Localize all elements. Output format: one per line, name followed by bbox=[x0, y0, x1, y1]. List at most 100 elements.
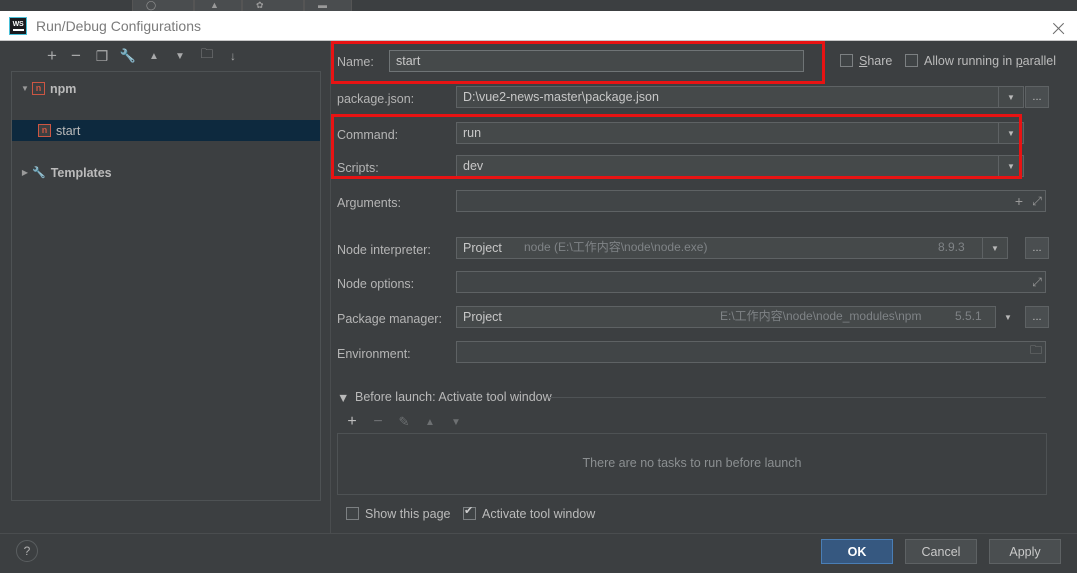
twisty-icon[interactable]: ▼ bbox=[18, 84, 32, 93]
dialog-title: Run/Debug Configurations bbox=[36, 18, 201, 34]
configurations-tree[interactable]: ▼ n npm n start ▶ 🔧 Templates bbox=[11, 71, 321, 501]
sort-az-icon: ↓ bbox=[230, 49, 236, 63]
allow-parallel-checkbox[interactable] bbox=[905, 54, 918, 67]
command-dropdown-arrow[interactable]: ▼ bbox=[1002, 123, 1020, 143]
before-launch-header: Before launch: Activate tool window bbox=[355, 390, 552, 404]
folder-add-icon: 🗀 bbox=[200, 46, 214, 61]
node-interpreter-browse-button[interactable]: ... bbox=[1025, 237, 1049, 259]
node-interpreter-combo-separator bbox=[982, 238, 983, 258]
node-options-expand-icon[interactable]: ⤢ bbox=[1030, 274, 1044, 290]
node-interpreter-hint: node (E:\工作内容\node\node.exe) bbox=[524, 240, 708, 254]
package-json-combo-separator bbox=[998, 87, 999, 107]
configurations-pane: + − ❐ 🔧 ▲ ▼ 🗀 ↓ ▼ n npm n start ▶ 🔧 Temp… bbox=[0, 41, 330, 533]
wrench-icon: 🔧 bbox=[32, 167, 46, 179]
scripts-dropdown-arrow[interactable]: ▼ bbox=[1002, 156, 1020, 176]
node-interpreter-label: Node interpreter: bbox=[337, 243, 431, 257]
help-button[interactable]: ? bbox=[16, 540, 38, 562]
scripts-input[interactable]: dev bbox=[456, 155, 1024, 177]
share-checkbox[interactable] bbox=[840, 54, 853, 67]
webstorm-icon: WS bbox=[9, 17, 27, 35]
name-label: Name: bbox=[337, 55, 374, 69]
add-configuration-button[interactable]: + bbox=[40, 44, 64, 68]
configurations-toolbar: + − ❐ 🔧 ▲ ▼ 🗀 ↓ bbox=[0, 44, 330, 70]
node-interpreter-dropdown-arrow[interactable]: ▼ bbox=[986, 238, 1004, 258]
close-icon[interactable] bbox=[1051, 22, 1065, 36]
run-debug-configurations-dialog: ◯ ▲ ✿ ▬ WS Run/Debug Configurations + − … bbox=[0, 0, 1077, 573]
activate-tool-window-checkbox[interactable] bbox=[463, 505, 476, 520]
twisty-icon[interactable]: ▶ bbox=[18, 168, 32, 177]
configuration-editor-pane: Name: start Share Allow running in paral… bbox=[330, 41, 1077, 533]
arguments-label: Arguments: bbox=[337, 196, 401, 210]
package-manager-hint: E:\工作内容\node\node_modules\npm bbox=[720, 309, 922, 323]
before-launch-rule bbox=[550, 397, 1046, 398]
before-launch-twisty-icon[interactable]: ▼ bbox=[337, 391, 349, 405]
remove-configuration-button[interactable]: − bbox=[64, 44, 88, 68]
name-input[interactable]: start bbox=[389, 50, 804, 72]
background-glyph-1: ◯ bbox=[146, 0, 157, 10]
dialog-title-bar: WS Run/Debug Configurations bbox=[0, 11, 1077, 41]
remove-task-button: − bbox=[373, 413, 383, 430]
background-tool-1 bbox=[132, 0, 194, 11]
question-mark-icon: ? bbox=[23, 544, 31, 558]
tree-item-start[interactable]: n start bbox=[12, 120, 320, 141]
background-glyph-4: ▬ bbox=[318, 0, 327, 10]
move-up-button[interactable]: ▲ bbox=[142, 44, 166, 68]
command-input[interactable]: run bbox=[456, 122, 1024, 144]
background-glyph-3: ✿ bbox=[256, 0, 264, 10]
environment-browse-icon[interactable]: 🗀 bbox=[1028, 343, 1044, 359]
cancel-button[interactable]: Cancel bbox=[905, 539, 977, 564]
environment-label: Environment: bbox=[337, 347, 411, 361]
node-interpreter-value: Project bbox=[463, 241, 502, 255]
edit-templates-button[interactable]: 🔧 bbox=[116, 44, 140, 68]
package-manager-label: Package manager: bbox=[337, 312, 442, 326]
before-launch-task-list[interactable]: There are no tasks to run before launch bbox=[337, 433, 1047, 495]
package-json-input[interactable]: D:\vue2-news-master\package.json bbox=[456, 86, 1024, 108]
package-manager-browse-button[interactable]: ... bbox=[1025, 306, 1049, 328]
apply-button[interactable]: Apply bbox=[989, 539, 1061, 564]
copy-configuration-button[interactable]: ❐ bbox=[90, 44, 114, 68]
webstorm-icon-text: WS bbox=[12, 21, 24, 28]
command-label: Command: bbox=[337, 128, 399, 142]
tree-item-templates[interactable]: ▶ 🔧 Templates bbox=[12, 162, 320, 183]
minus-icon: − bbox=[71, 46, 81, 65]
show-this-page-label: Show this page bbox=[365, 507, 451, 521]
arrow-down-icon: ▼ bbox=[175, 50, 185, 62]
package-manager-value: Project bbox=[463, 310, 502, 324]
background-glyph-2: ▲ bbox=[210, 0, 219, 10]
package-manager-combo-separator bbox=[995, 307, 996, 327]
command-combo-separator bbox=[998, 123, 999, 143]
plus-icon: + bbox=[47, 46, 57, 65]
background-tool-3 bbox=[242, 0, 304, 11]
activate-tool-window-label: Activate tool window bbox=[482, 507, 596, 521]
npm-icon: n bbox=[32, 82, 45, 95]
arguments-input[interactable] bbox=[456, 190, 1046, 212]
arrow-up-icon: ▲ bbox=[149, 50, 159, 62]
node-interpreter-version: 8.9.3 bbox=[938, 240, 965, 254]
environment-input[interactable] bbox=[456, 341, 1046, 363]
npm-icon: n bbox=[38, 124, 51, 137]
package-json-browse-button[interactable]: ... bbox=[1025, 86, 1049, 108]
background-tool-4 bbox=[304, 0, 352, 11]
tree-item-label: npm bbox=[50, 81, 77, 96]
sort-configurations-button[interactable]: ↓ bbox=[221, 44, 245, 68]
add-task-button[interactable]: + bbox=[343, 413, 361, 431]
share-label: Share bbox=[859, 54, 893, 68]
tree-item-label: start bbox=[56, 123, 81, 138]
move-task-up-button: ▲ bbox=[425, 416, 435, 428]
ok-button[interactable]: OK bbox=[821, 539, 893, 564]
node-options-input[interactable] bbox=[456, 271, 1046, 293]
arguments-expand-icon[interactable]: ⤢ bbox=[1030, 193, 1044, 209]
tree-item-npm[interactable]: ▼ n npm bbox=[12, 78, 320, 99]
background-ide-toolbar: ◯ ▲ ✿ ▬ bbox=[0, 0, 1077, 11]
scripts-combo-separator bbox=[998, 156, 999, 176]
allow-parallel-label: Allow running in parallel bbox=[924, 54, 1057, 68]
show-this-page-checkbox[interactable] bbox=[346, 507, 359, 520]
before-launch-empty-text: There are no tasks to run before launch bbox=[582, 456, 802, 470]
new-folder-button[interactable]: 🗀 bbox=[195, 44, 219, 68]
package-manager-dropdown-arrow[interactable]: ▼ bbox=[999, 307, 1017, 327]
webstorm-icon-bar bbox=[12, 29, 24, 31]
move-task-down-button: ▼ bbox=[451, 416, 461, 428]
arguments-add-icon[interactable]: + bbox=[1012, 193, 1026, 209]
package-json-dropdown-arrow[interactable]: ▼ bbox=[1002, 87, 1020, 107]
move-down-button[interactable]: ▼ bbox=[168, 44, 192, 68]
